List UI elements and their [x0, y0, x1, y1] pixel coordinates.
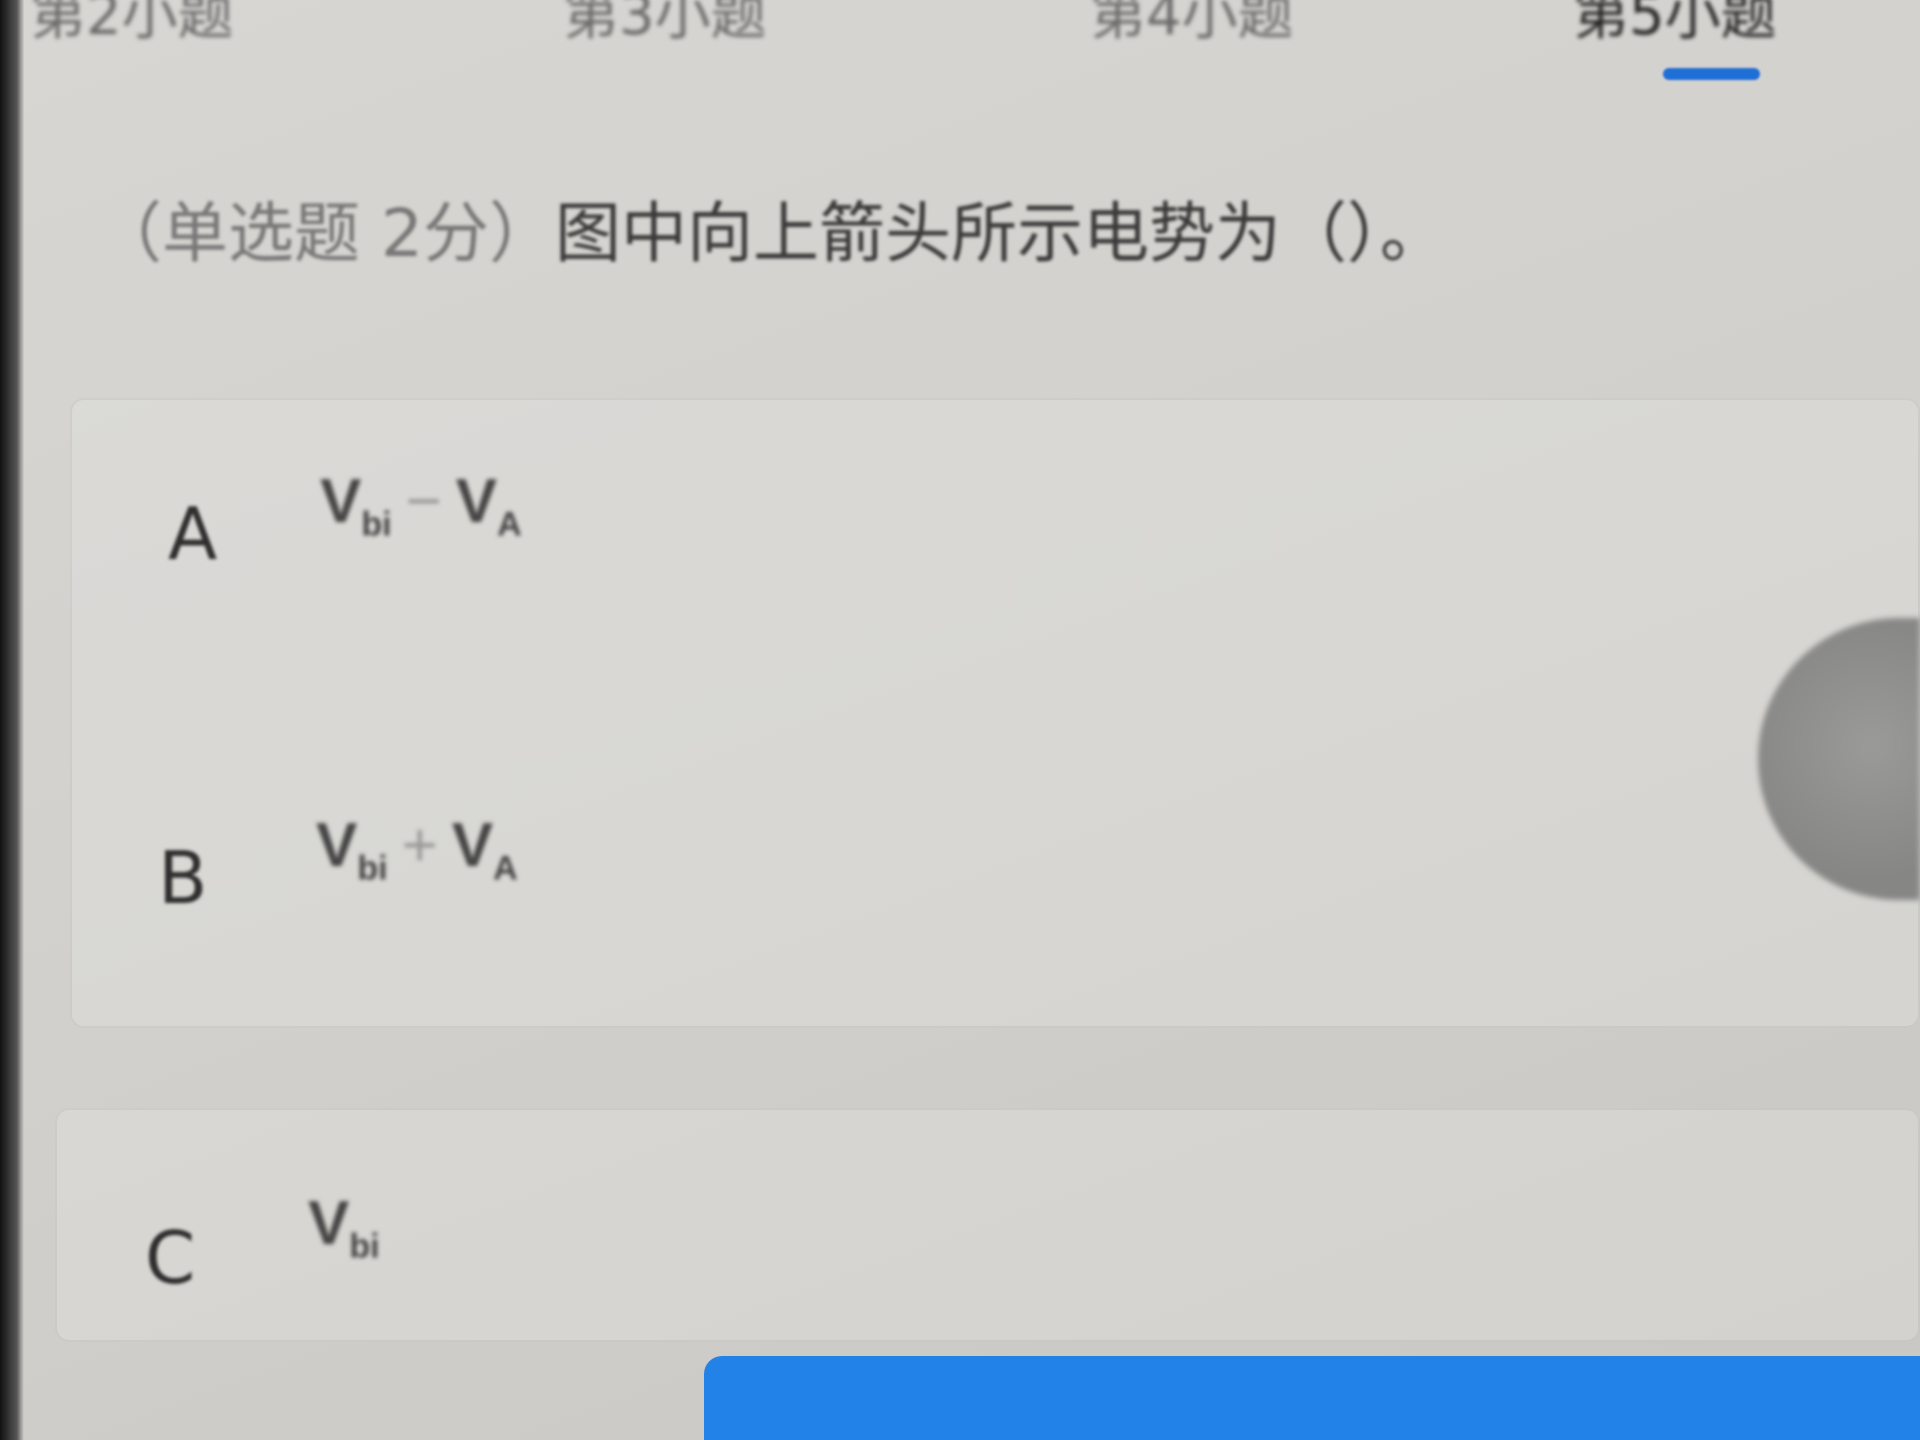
device-bezel: [0, 0, 24, 1440]
subscript: bi: [357, 849, 388, 888]
subscript: bi: [349, 1227, 380, 1266]
variable: V: [320, 467, 362, 536]
variable: V: [455, 467, 498, 536]
option-b-formula: Vbi + VA: [316, 810, 518, 888]
option-a-formula: Vbi − VA: [320, 466, 522, 544]
variable: V: [308, 1189, 350, 1258]
question-body: 图中向上箭头所示电势为（）。: [554, 195, 1446, 272]
operator: −: [405, 467, 442, 536]
subscript: bi: [361, 505, 392, 544]
submit-button[interactable]: [704, 1356, 1920, 1440]
tab-question-5[interactable]: 第5小题: [1573, 0, 1777, 51]
question-text: （单选题 2分）图中向上箭头所示电势为（）。: [96, 180, 1446, 276]
option-c-letter: C: [145, 1216, 196, 1300]
option-a-letter: A: [168, 492, 218, 576]
tab-question-3[interactable]: 第3小题: [563, 0, 767, 51]
option-b-letter[interactable]: B: [158, 836, 207, 920]
subscript: A: [493, 849, 518, 888]
tab-question-4[interactable]: 第4小题: [1090, 0, 1294, 51]
operator: +: [401, 811, 438, 880]
option-c-formula: Vbi: [308, 1188, 380, 1266]
question-type: （单选题 2分）: [96, 195, 555, 272]
variable: V: [451, 811, 494, 880]
variable: V: [316, 811, 358, 880]
active-tab-indicator: [1663, 68, 1760, 80]
subscript: A: [497, 505, 522, 544]
tab-question-2[interactable]: 第2小题: [30, 0, 234, 51]
